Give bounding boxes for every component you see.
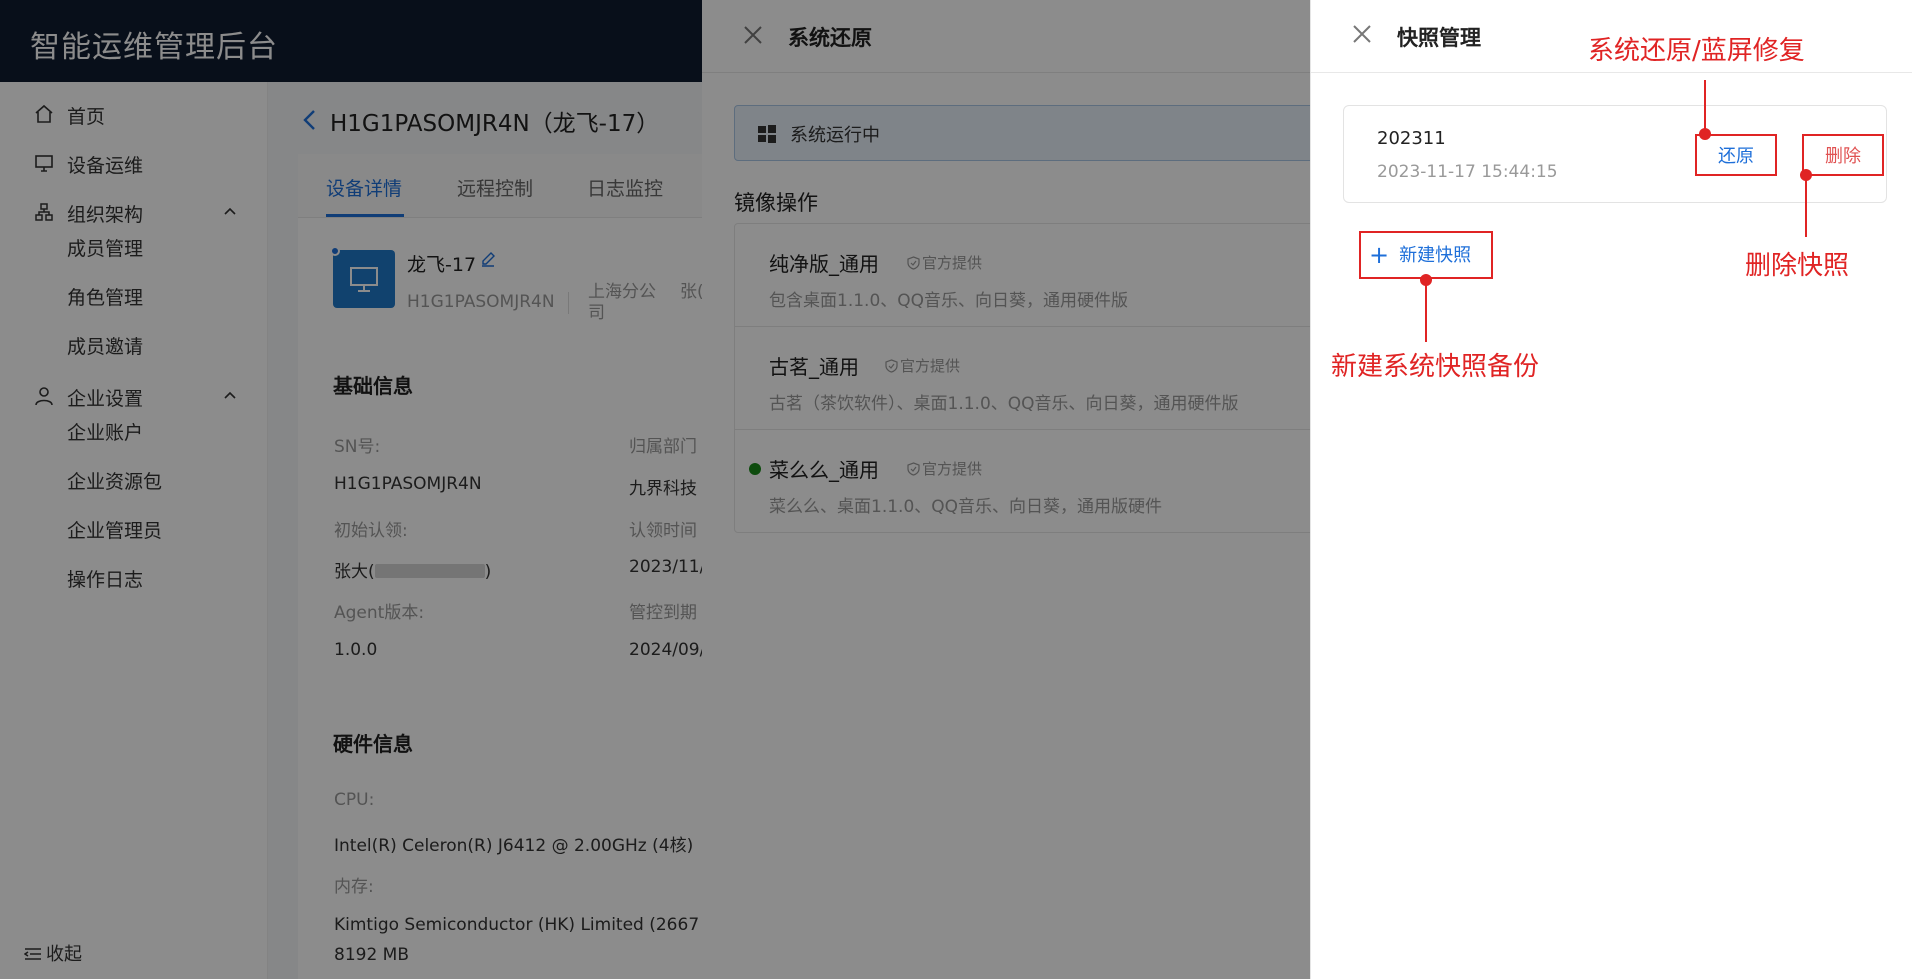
snapshot-drawer-title: 快照管理 xyxy=(1397,26,1481,50)
annotation-line xyxy=(1425,280,1427,342)
snapshot-time: 2023-11-17 15:44:15 xyxy=(1377,162,1558,182)
delete-button[interactable]: 删除 xyxy=(1802,134,1884,176)
annotation-dot xyxy=(1420,274,1432,286)
annotation-dot xyxy=(1699,128,1711,140)
annotation-new: 新建系统快照备份 xyxy=(1331,352,1540,382)
new-snapshot-button[interactable]: + 新建快照 xyxy=(1359,231,1493,279)
restore-drawer: 系统还原 系统运行中 镜像操作 纯净版_通用 官方提供 包含桌面1.1.0、QQ… xyxy=(702,0,1402,979)
snapshot-drawer: 快照管理 202311 2023-11-17 15:44:15 还原 删除 + 新… xyxy=(1310,0,1912,979)
divider xyxy=(1311,72,1912,73)
annotation-restore: 系统还原/蓝屏修复 xyxy=(1588,36,1805,66)
restore-button[interactable]: 还原 xyxy=(1695,134,1777,176)
new-snapshot-label: 新建快照 xyxy=(1399,245,1472,266)
annotation-line xyxy=(1805,175,1807,237)
snapshot-name: 202311 xyxy=(1377,128,1446,149)
annotation-dot xyxy=(1800,169,1812,181)
annotation-line xyxy=(1704,80,1706,135)
plus-icon: + xyxy=(1369,241,1390,269)
annotation-delete: 删除快照 xyxy=(1745,251,1850,281)
overlay-mask[interactable] xyxy=(702,0,1310,979)
close-icon[interactable] xyxy=(1351,23,1373,45)
